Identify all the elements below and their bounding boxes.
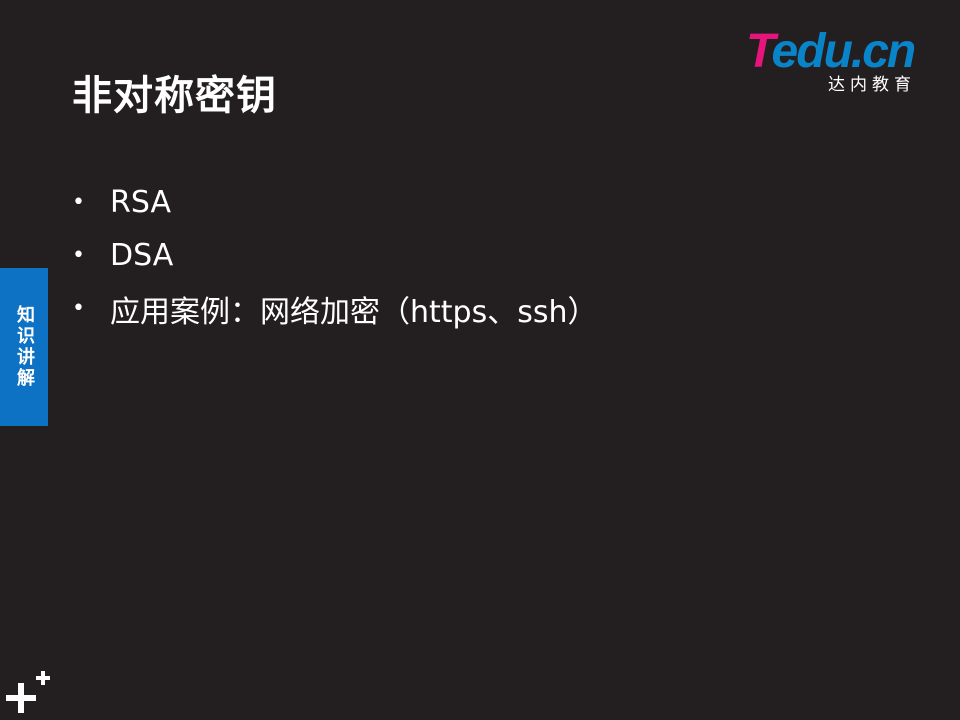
tedu-logo-icon: Tedu.cn 达内教育 bbox=[746, 26, 936, 100]
bullet-list: • RSA • DSA • 应用案例：网络加密（https、ssh） bbox=[72, 176, 598, 335]
plus-plus-icon bbox=[6, 671, 50, 713]
logo-word-rest: edu.cn bbox=[771, 25, 917, 78]
logo-letter-t: T bbox=[746, 25, 774, 78]
bullet-item-rsa: • RSA bbox=[72, 176, 598, 229]
bullet-text: DSA bbox=[110, 238, 174, 273]
logo-subtitle: 达内教育 bbox=[828, 75, 916, 95]
logo-wordmark: Tedu.cn bbox=[746, 25, 917, 78]
bullet-item-use-case: • 应用案例：网络加密（https、ssh） bbox=[72, 282, 598, 335]
slide: 非对称密钥 Tedu.cn 达内教育 • RSA • DSA • 应用案例：网络… bbox=[0, 0, 960, 720]
bullet-marker: • bbox=[72, 296, 85, 321]
bullet-text: 应用案例：网络加密（https、ssh） bbox=[110, 294, 598, 330]
bullet-item-dsa: • DSA bbox=[72, 229, 598, 282]
slide-title: 非对称密钥 bbox=[72, 73, 277, 119]
side-tab: 知识讲解 bbox=[0, 268, 48, 426]
bullet-text: RSA bbox=[110, 185, 171, 220]
bullet-marker: • bbox=[72, 190, 85, 215]
side-tab-label: 知识讲解 bbox=[14, 305, 35, 389]
bullet-marker: • bbox=[72, 243, 85, 268]
